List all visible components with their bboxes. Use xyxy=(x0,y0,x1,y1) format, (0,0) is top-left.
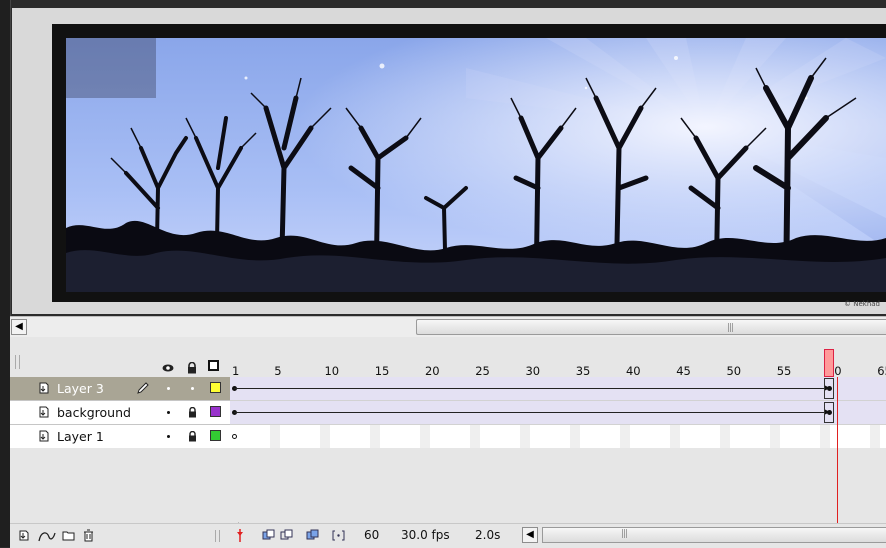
ruler-label-30: 30 xyxy=(525,364,541,378)
empty-keyframe[interactable] xyxy=(232,434,237,439)
motion-tween-line xyxy=(234,388,829,389)
edit-multiple-frames-icon[interactable] xyxy=(306,529,319,542)
layer-page-icon xyxy=(39,406,49,418)
ruler-label-40: 40 xyxy=(625,364,641,378)
delete-layer-trash-icon[interactable] xyxy=(82,529,95,542)
insert-layer-icon[interactable] xyxy=(18,529,31,542)
ruler-label-50: 50 xyxy=(726,364,742,378)
lock-icon[interactable] xyxy=(188,431,197,442)
stage-horizontal-scrollbar[interactable]: ◀ ||| xyxy=(10,316,886,337)
lock-dot[interactable] xyxy=(191,387,194,390)
frame-track-layer-1[interactable] xyxy=(230,425,886,449)
outline-icon[interactable] xyxy=(208,360,219,371)
layer-page-icon xyxy=(39,382,49,394)
add-motion-guide-icon[interactable] xyxy=(38,529,56,542)
eye-icon[interactable] xyxy=(162,362,174,374)
timeline-empty-area xyxy=(10,448,886,522)
keyframe-end[interactable] xyxy=(827,410,832,415)
ruler-label-25: 25 xyxy=(475,364,490,378)
layer-page-icon xyxy=(39,430,49,442)
scroll-grip-icon: ||| xyxy=(727,323,734,333)
ruler-label-65: 65 xyxy=(877,364,886,378)
layer-row-background[interactable]: background xyxy=(10,401,230,425)
forest-artwork-svg xyxy=(66,38,886,292)
layer-color-swatch[interactable] xyxy=(210,382,221,393)
lock-icon[interactable] xyxy=(186,362,198,374)
ruler-label-35: 35 xyxy=(575,364,591,378)
end-keyframe-box[interactable] xyxy=(824,402,834,423)
visibility-dot[interactable] xyxy=(167,387,170,390)
ruler-label-45: 45 xyxy=(676,364,691,378)
current-frame-readout: 60 xyxy=(364,528,380,542)
playhead-line xyxy=(837,377,838,524)
modify-onion-markers-icon[interactable] xyxy=(332,529,345,542)
elapsed-time-readout: 2.0s xyxy=(475,528,501,542)
layer-name[interactable]: Layer 3 xyxy=(57,381,104,396)
visibility-dot[interactable] xyxy=(167,411,170,414)
insert-folder-icon[interactable] xyxy=(62,529,75,542)
ruler-label-5: 5 xyxy=(274,364,282,378)
timeline-bottom-bar: 60 30.0 fps 2.0s ◀ ||| xyxy=(10,523,886,548)
ruler-label-20: 20 xyxy=(424,364,440,378)
frame-track-background[interactable] xyxy=(230,401,886,425)
timeline-panel: 15101520253035404550556065 Layer 3 backg… xyxy=(10,337,886,548)
stage-scroll-thumb[interactable]: ||| xyxy=(416,319,886,335)
timeline-header: 15101520253035404550556065 xyxy=(10,347,886,385)
frame-rate-readout[interactable]: 30.0 fps xyxy=(401,528,450,542)
scroll-grip-icon: ||| xyxy=(621,529,628,539)
visibility-dot[interactable] xyxy=(167,435,170,438)
scroll-left-arrow-icon[interactable]: ◀ xyxy=(11,319,27,335)
bar-divider xyxy=(215,530,220,542)
panel-drag-handle-icon[interactable] xyxy=(15,355,20,369)
ruler-label-15: 15 xyxy=(374,364,390,378)
ruler-label-55: 55 xyxy=(776,364,792,378)
forest-silhouette-artwork[interactable] xyxy=(66,38,886,292)
layer-color-swatch[interactable] xyxy=(210,406,221,417)
timeline-scroll-thumb[interactable]: ||| xyxy=(542,527,886,543)
motion-tween-line xyxy=(234,412,829,413)
keyframe-end[interactable] xyxy=(827,386,832,391)
layer-name[interactable]: Layer 1 xyxy=(57,429,104,444)
playhead-marker[interactable] xyxy=(824,349,834,377)
lock-icon[interactable] xyxy=(188,407,197,418)
timeline-scroll-left-icon[interactable]: ◀ xyxy=(522,527,538,543)
pencil-icon xyxy=(137,382,149,394)
layer-color-swatch[interactable] xyxy=(210,430,221,441)
layer-row-layer-3[interactable]: Layer 3 xyxy=(10,377,230,401)
end-keyframe-box[interactable] xyxy=(824,378,834,399)
artwork-credit: © Nekhad xyxy=(844,300,880,308)
frame-track-layer-3[interactable] xyxy=(230,377,886,401)
ruler-label-10: 10 xyxy=(324,364,340,378)
center-frame-icon[interactable] xyxy=(236,529,244,542)
ruler-label-1: 1 xyxy=(232,364,240,378)
layer-name[interactable]: background xyxy=(57,405,131,420)
onion-skin-outlines-icon[interactable] xyxy=(280,529,293,542)
onion-skin-icon[interactable] xyxy=(262,529,275,542)
layer-row-layer-1[interactable]: Layer 1 xyxy=(10,425,230,449)
